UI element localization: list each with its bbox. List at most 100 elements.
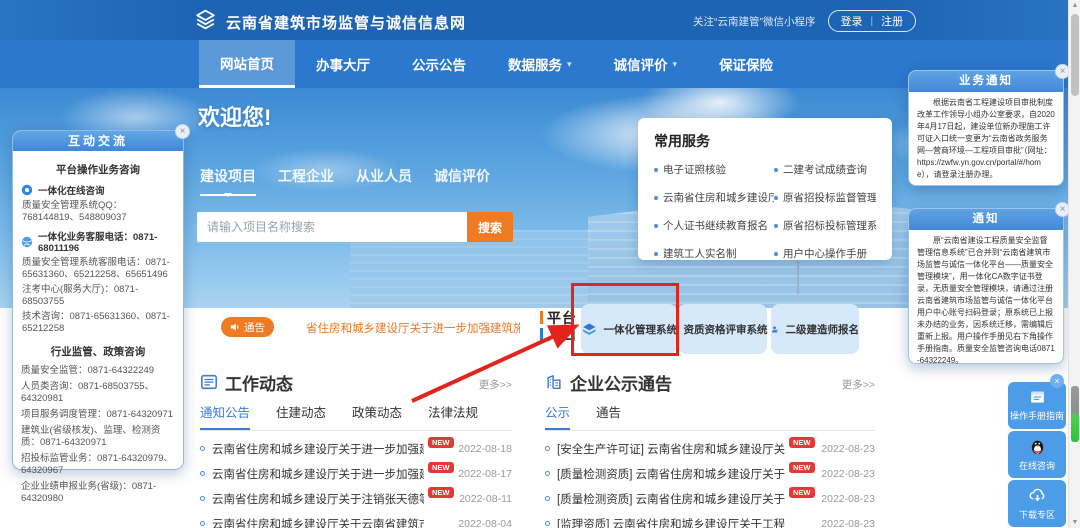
online-consult-label: 在线咨询 bbox=[1019, 459, 1055, 472]
hero-search-tab[interactable]: 从业人员 bbox=[356, 166, 412, 196]
service-link[interactable]: 原省招标投标管理系统 bbox=[774, 218, 876, 233]
scrollbar-up-icon[interactable]: ▲ bbox=[1069, 2, 1080, 9]
close-icon[interactable]: × bbox=[1050, 374, 1064, 388]
enterprise-announcement-section: 企业公示通告 更多>> 公示 通告 [安全生产许可证] 云南省住房和城乡建设厅关… bbox=[545, 370, 875, 528]
hero-search-tab[interactable]: 建设项目 bbox=[200, 166, 256, 196]
register-button[interactable]: 注册 bbox=[881, 13, 903, 29]
enterprise-announcement-more-link[interactable]: 更多>> bbox=[842, 377, 875, 392]
news-tab[interactable]: 通知公告 bbox=[200, 402, 250, 430]
hotline-item[interactable]: 一体化业务客服电话：0871-68011196 bbox=[21, 229, 175, 254]
news-item-date: 2022-08-23 bbox=[821, 518, 875, 528]
news-tab[interactable]: 住建动态 bbox=[276, 402, 326, 430]
nav-item-label: 诚信评价 bbox=[614, 54, 668, 74]
bullet-dot-icon bbox=[774, 224, 778, 228]
chevron-down-icon: ▾ bbox=[567, 59, 572, 70]
news-tab[interactable]: 公示 bbox=[545, 402, 570, 430]
notice-badge[interactable]: 通告 bbox=[221, 317, 274, 337]
news-tab[interactable]: 通告 bbox=[596, 402, 621, 430]
news-row[interactable]: 云南省住房和城乡建设厅关于注销张天德等5名建造师注册许... NEW 2022-… bbox=[200, 486, 512, 511]
site-title: 云南省建筑市场监管与诚信信息网 bbox=[226, 12, 466, 33]
hero-search-tab[interactable]: 诚信评价 bbox=[434, 166, 490, 196]
news-tab[interactable]: 法律法规 bbox=[428, 402, 478, 430]
news-item-title: 云南省住房和城乡建设厅关于云南省建筑市场监管与诚信一体... bbox=[212, 516, 424, 528]
nav-item[interactable]: 办事大厅 ▾ bbox=[295, 40, 391, 88]
work-dynamics-more-link[interactable]: 更多>> bbox=[479, 377, 512, 392]
service-link[interactable]: 建筑工人实名制 bbox=[654, 246, 774, 261]
integrated-system-label: 一体化管理系统 bbox=[604, 322, 678, 337]
hero-search-tab[interactable]: 工程企业 bbox=[278, 166, 334, 196]
industry-consult-line: 质量安全监管：0871-64322249 bbox=[21, 365, 175, 377]
common-services-grid: 电子证照核验 二建考试成绩查询 云南省住房和城乡建设厅 原省招投标监督管理网..… bbox=[654, 162, 876, 261]
download-zone-button[interactable]: 下载专区 bbox=[1008, 480, 1066, 527]
news-tab[interactable]: 政策动态 bbox=[352, 402, 402, 430]
news-row[interactable]: [监理资质] 云南省住房和城乡建设厅关于工程监理2022年第9... NEW 2… bbox=[545, 511, 875, 528]
service-link[interactable]: 二建考试成绩查询 bbox=[774, 162, 876, 177]
scrollbar-thumb[interactable] bbox=[1071, 14, 1079, 96]
news-row[interactable]: [质量检测资质] 云南省住房和城乡建设厅关于2022年第14批... NEW 2… bbox=[545, 486, 875, 511]
news-item-date: 2022-08-23 bbox=[821, 493, 875, 505]
news-row[interactable]: [安全生产许可证] 云南省住房和城乡建设厅关于2022年新申办... NEW 2… bbox=[545, 436, 875, 461]
service-link[interactable]: 云南省住房和城乡建设厅 bbox=[654, 190, 774, 205]
platform-consult-title: 平台操作业务咨询 bbox=[21, 162, 175, 177]
close-icon[interactable]: × bbox=[175, 124, 190, 139]
search-button[interactable]: 搜索 bbox=[467, 212, 513, 242]
new-badge: NEW bbox=[428, 487, 454, 498]
service-link[interactable]: 用户中心操作手册 bbox=[774, 246, 876, 261]
login-button[interactable]: 登录 bbox=[841, 13, 863, 29]
nav-item[interactable]: 保证保险 ▾ bbox=[698, 40, 794, 88]
search-bar: 搜索 bbox=[197, 212, 513, 242]
nav-item[interactable]: 数据服务 ▾ bbox=[487, 40, 593, 88]
manual-guide-button[interactable]: 操作手册指南 bbox=[1008, 382, 1066, 429]
industry-consult-line: 招投标监管业务：0871-64320979、64320967 bbox=[21, 453, 175, 477]
news-item-date: 2022-08-17 bbox=[458, 468, 512, 480]
constructor-registration-button[interactable]: 二级建造师报名 bbox=[771, 304, 859, 354]
online-consult-item[interactable]: 一体化在线咨询 bbox=[21, 183, 175, 197]
notice-badge-label: 通告 bbox=[244, 320, 265, 335]
scrollbar: ▲ ▼ bbox=[1068, 0, 1080, 528]
nav-item[interactable]: 诚信评价 ▾ bbox=[593, 40, 699, 88]
online-consult-button[interactable]: 在线咨询 bbox=[1008, 431, 1066, 478]
hero-tab-label: 工程企业 bbox=[278, 168, 334, 184]
new-badge: NEW bbox=[428, 437, 454, 448]
enterprise-announcement-list: [安全生产许可证] 云南省住房和城乡建设厅关于2022年新申办... NEW 2… bbox=[545, 436, 875, 528]
news-row[interactable]: [质量检测资质] 云南省住房和城乡建设厅关于2022年第15批... NEW 2… bbox=[545, 461, 875, 486]
cloud-download-icon bbox=[1028, 486, 1047, 505]
hotline-details: 质量安全管理系统客服电话：0871-65631360、65212258、6565… bbox=[21, 257, 175, 335]
search-input[interactable] bbox=[197, 212, 467, 242]
bullet-dot-icon bbox=[654, 224, 658, 228]
service-link[interactable]: 个人证书继续教育报名 bbox=[654, 218, 774, 233]
news-row[interactable]: 云南省住房和城乡建设厅关于进一步加强建筑施工企业安全生... NEW 2022-… bbox=[200, 436, 512, 461]
news-row[interactable]: 云南省住房和城乡建设厅关于云南省建筑市场监管与诚信一体... NEW 2022-… bbox=[200, 511, 512, 528]
business-notice-body: 根据云南省工程建设项目审批制度改革工作领导小组办公室要求，自2020年4月17日… bbox=[909, 92, 1063, 186]
news-item-title: [质量检测资质] 云南省住房和城乡建设厅关于2022年第14批... bbox=[557, 491, 785, 507]
integrated-system-button[interactable]: 一体化管理系统 bbox=[581, 304, 677, 354]
news-item-title: 云南省住房和城乡建设厅关于进一步加强建筑业企业资质及人... bbox=[212, 466, 424, 482]
news-item-date: 2022-08-23 bbox=[821, 443, 875, 455]
business-notice-panel: × 业务通知 根据云南省工程建设项目审批制度改革工作领导小组办公室要求，自202… bbox=[908, 70, 1064, 186]
bullet-dot-icon bbox=[774, 196, 778, 200]
work-dynamics-title: 工作动态 bbox=[225, 370, 293, 395]
service-link-label: 用户中心操作手册 bbox=[783, 246, 867, 261]
qualification-review-button[interactable]: 资质资格评审系统 bbox=[678, 304, 767, 354]
notice-marquee-text[interactable]: 省住房和城乡建设厅关于进一步加强建筑施工企业安全生产许可证动态监管的通 bbox=[306, 320, 520, 336]
service-link[interactable]: 电子证照核验 bbox=[654, 162, 774, 177]
interaction-panel-title: 互动交流 bbox=[13, 131, 183, 151]
nav-item[interactable]: 公示公告 ▾ bbox=[391, 40, 487, 88]
scrollbar-down-icon[interactable]: ▼ bbox=[1069, 519, 1080, 526]
new-badge: NEW bbox=[428, 462, 454, 473]
hotline-detail-line: 注考中心(服务大厅)：0871-68503755 bbox=[22, 284, 175, 308]
work-dynamics-section: 工作动态 更多>> 通知公告 住建动态 政策动态 法律法规 云南省住房和城乡建设… bbox=[200, 370, 512, 528]
service-link-label: 原省招投标监督管理网... bbox=[783, 190, 876, 205]
qq-penguin-icon bbox=[1028, 437, 1047, 456]
industry-consult-line: 企业业绩申报业务(省级)：0871-64320980 bbox=[21, 481, 175, 505]
hero-tab-label: 从业人员 bbox=[356, 168, 412, 184]
news-row[interactable]: 云南省住房和城乡建设厅关于进一步加强建筑业企业资质及人... NEW 2022-… bbox=[200, 461, 512, 486]
nav-item[interactable]: 网站首页 ▾ bbox=[199, 40, 295, 88]
news-item-title: [安全生产许可证] 云南省住房和城乡建设厅关于2022年新申办... bbox=[557, 441, 785, 457]
service-link[interactable]: 原省招投标监督管理网... bbox=[774, 190, 876, 205]
hotline-detail-line: 质量安全管理系统客服电话：0871-65631360、65212258、6565… bbox=[22, 257, 175, 281]
building-icon bbox=[545, 373, 563, 391]
hero-tab-label: 建设项目 bbox=[200, 168, 256, 184]
bullet-circle-icon bbox=[200, 471, 205, 476]
news-item-date: 2022-08-04 bbox=[458, 518, 512, 528]
